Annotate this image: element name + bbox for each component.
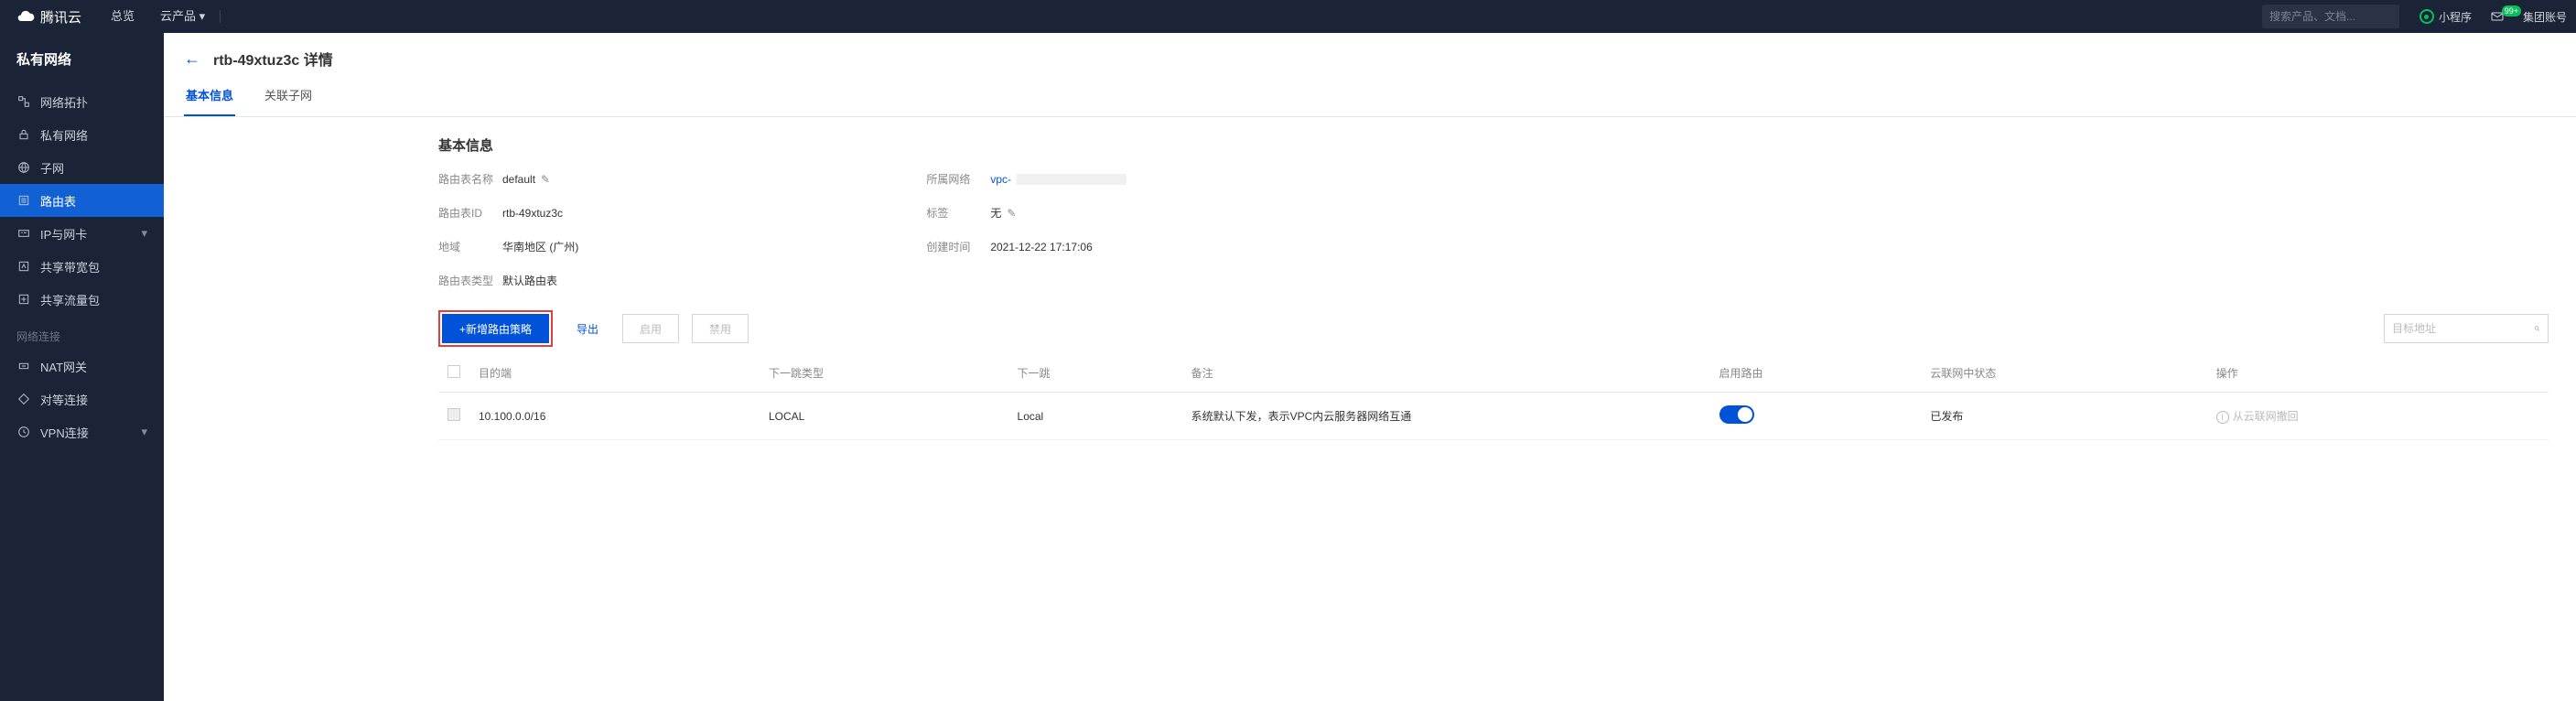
sidebar-item-label: 子网 bbox=[40, 159, 64, 177]
cell-ccn: 已发布 bbox=[1921, 393, 2206, 440]
edit-icon[interactable]: ✎ bbox=[1007, 207, 1016, 220]
table-header: 操作 bbox=[2207, 354, 2549, 393]
chevron-down-icon: ▾ bbox=[141, 226, 147, 241]
peer-icon bbox=[16, 392, 31, 406]
table-header: 云联网中状态 bbox=[1921, 354, 2206, 393]
sidebar-item-globe[interactable]: 子网 bbox=[0, 151, 164, 184]
lock-icon bbox=[16, 127, 31, 142]
sidebar-item-label: 路由表 bbox=[40, 192, 76, 210]
sidebar-item-label: NAT网关 bbox=[40, 358, 87, 375]
highlight-box: +新增路由策略 bbox=[438, 310, 553, 347]
miniprogram-icon bbox=[2420, 9, 2434, 24]
row-checkbox bbox=[447, 408, 460, 421]
list-icon bbox=[16, 193, 31, 208]
sidebar-item-label: 共享流量包 bbox=[40, 291, 100, 308]
mail-icon bbox=[2490, 9, 2505, 24]
table-search[interactable] bbox=[2384, 314, 2549, 343]
tab-基本信息[interactable]: 基本信息 bbox=[184, 86, 235, 116]
cell-enabled bbox=[1710, 393, 1922, 440]
select-all-checkbox[interactable] bbox=[447, 365, 460, 378]
cell-dest: 10.100.0.0/16 bbox=[469, 393, 760, 440]
cell-hop-type: LOCAL bbox=[760, 393, 1008, 440]
sidebar-item-bw[interactable]: 共享带宽包 bbox=[0, 250, 164, 283]
table-row: 10.100.0.0/16LOCALLocal系统默认下发，表示VPC内云服务器… bbox=[438, 393, 2549, 440]
sidebar-item-nat[interactable]: NAT网关 bbox=[0, 350, 164, 383]
sidebar-item-list[interactable]: 路由表 bbox=[0, 184, 164, 217]
global-search-input[interactable] bbox=[2269, 10, 2411, 23]
sidebar-item-label: 网络拓扑 bbox=[40, 93, 88, 111]
sidebar-group-label: 网络连接 bbox=[0, 316, 164, 350]
table-header: 备注 bbox=[1182, 354, 1710, 393]
top-bar: 腾讯云 总览 云产品 ▾ 小程序 集团账号 bbox=[0, 0, 2576, 33]
cloud-icon bbox=[16, 7, 35, 26]
globe-icon bbox=[16, 160, 31, 175]
table-header: 目的端 bbox=[469, 354, 760, 393]
bw-icon bbox=[16, 259, 31, 274]
sidebar-item-lock[interactable]: 私有网络 bbox=[0, 118, 164, 151]
ip-icon bbox=[16, 226, 31, 241]
info-icon: i bbox=[2216, 411, 2229, 424]
tabs: 基本信息关联子网 bbox=[164, 70, 2576, 117]
table-header: 下一跳类型 bbox=[760, 354, 1008, 393]
enable-button[interactable]: 启用 bbox=[622, 314, 679, 343]
topology-icon bbox=[16, 94, 31, 109]
brand-logo[interactable]: 腾讯云 bbox=[0, 7, 98, 27]
breadcrumb: ← rtb-49xtuz3c 详情 bbox=[164, 33, 2576, 70]
sidebar-item-flow[interactable]: 共享流量包 bbox=[0, 283, 164, 316]
table-header: 启用路由 bbox=[1710, 354, 1922, 393]
global-search[interactable] bbox=[2262, 5, 2399, 28]
separator bbox=[220, 10, 221, 23]
sidebar-title: 私有网络 bbox=[0, 33, 164, 85]
vpc-link[interactable]: vpc- bbox=[990, 173, 1011, 186]
sidebar-item-topology[interactable]: 网络拓扑 bbox=[0, 85, 164, 118]
sidebar-item-label: IP与网卡 bbox=[40, 225, 87, 243]
back-button[interactable]: ← bbox=[184, 49, 200, 69]
sidebar-item-label: VPN连接 bbox=[40, 424, 89, 441]
search-icon[interactable] bbox=[2534, 322, 2540, 335]
add-route-button[interactable]: +新增路由策略 bbox=[442, 314, 549, 343]
panel-title: 基本信息 bbox=[438, 135, 2549, 155]
nav-products[interactable]: 云产品 ▾ bbox=[147, 0, 218, 33]
page-title: rtb-49xtuz3c 详情 bbox=[213, 48, 333, 70]
cell-hop: Local bbox=[1008, 393, 1182, 440]
flow-icon bbox=[16, 292, 31, 307]
cell-op: i从云联网撤回 bbox=[2207, 393, 2549, 440]
sidebar-item-vpn[interactable]: VPN连接 ▾ bbox=[0, 415, 164, 448]
export-button[interactable]: 导出 bbox=[566, 314, 609, 343]
sidebar-item-label: 私有网络 bbox=[40, 126, 88, 144]
sidebar: 私有网络 网络拓扑私有网络子网路由表IP与网卡▾共享带宽包共享流量包 网络连接 … bbox=[0, 33, 164, 701]
nat-icon bbox=[16, 359, 31, 373]
nav-overview[interactable]: 总览 bbox=[98, 0, 147, 33]
sidebar-item-label: 对等连接 bbox=[40, 391, 88, 408]
detail-panel: 基本信息 路由表名称 default ✎ 路由表ID rtb-49xtuz3c … bbox=[164, 117, 2576, 468]
sidebar-item-label: 共享带宽包 bbox=[40, 258, 100, 275]
tab-关联子网[interactable]: 关联子网 bbox=[263, 86, 314, 116]
table-search-input[interactable] bbox=[2392, 322, 2534, 335]
table-header: 下一跳 bbox=[1008, 354, 1182, 393]
mini-program[interactable]: 小程序 bbox=[2410, 9, 2481, 25]
sidebar-item-ip[interactable]: IP与网卡 ▾ bbox=[0, 217, 164, 250]
redacted bbox=[1017, 174, 1126, 185]
edit-icon[interactable]: ✎ bbox=[541, 173, 550, 186]
brand-text: 腾讯云 bbox=[40, 7, 81, 27]
content: ← rtb-49xtuz3c 详情 基本信息关联子网 基本信息 路由表名称 de… bbox=[164, 33, 2576, 701]
vpn-icon bbox=[16, 425, 31, 439]
action-bar: +新增路由策略 导出 启用 禁用 bbox=[438, 310, 2549, 347]
account-menu[interactable]: 集团账号 bbox=[2514, 9, 2576, 25]
cell-note: 系统默认下发，表示VPC内云服务器网络互通 bbox=[1182, 393, 1710, 440]
sidebar-item-peer[interactable]: 对等连接 bbox=[0, 383, 164, 415]
disable-button[interactable]: 禁用 bbox=[692, 314, 749, 343]
enable-toggle[interactable] bbox=[1719, 405, 1754, 424]
route-table: 目的端下一跳类型下一跳备注启用路由云联网中状态操作 10.100.0.0/16L… bbox=[438, 354, 2549, 440]
mail-button[interactable] bbox=[2481, 9, 2514, 24]
chevron-down-icon: ▾ bbox=[141, 425, 147, 439]
